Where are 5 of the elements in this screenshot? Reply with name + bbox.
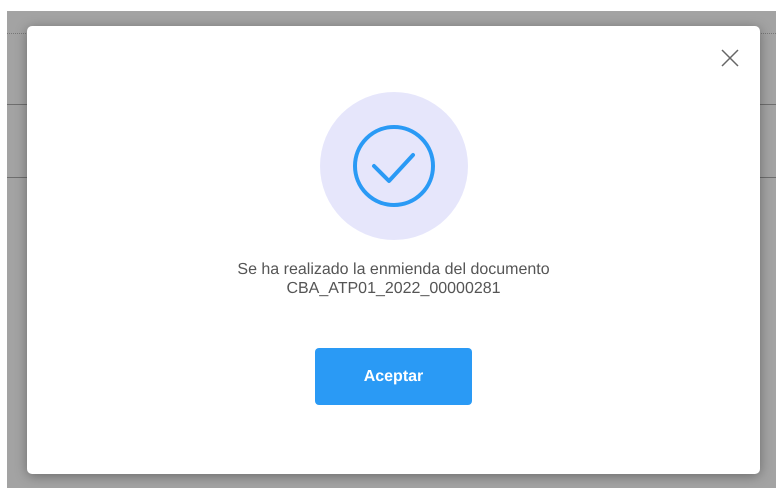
message-text: Se ha realizado la enmienda del documento — [236, 260, 551, 279]
close-icon — [720, 48, 740, 68]
close-button[interactable] — [720, 48, 740, 68]
accept-button[interactable]: Aceptar — [315, 348, 472, 405]
message-text: CBA_ATP01_2022_00000281 — [285, 279, 502, 298]
